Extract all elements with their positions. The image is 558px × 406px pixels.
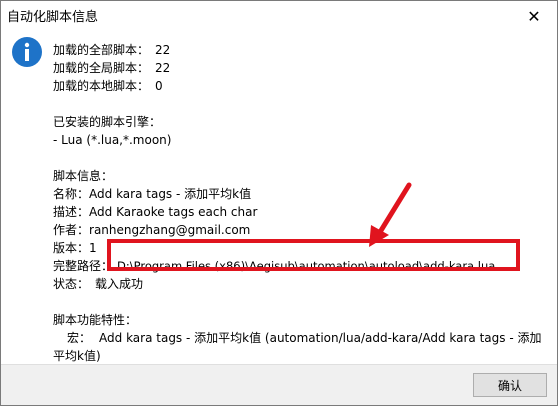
info-icon <box>12 37 42 67</box>
script-status: 状态： 载入成功 <box>53 275 553 293</box>
dialog-footer: 确认 <box>1 364 557 405</box>
info-content: 加载的全部脚本： 22 加载的全局脚本： 22 加载的本地脚本： 0 已安装的脚本引擎… <box>53 41 553 365</box>
macro-value-continued: 平均k值) <box>53 349 101 363</box>
script-status-value: 载入成功 <box>95 277 144 291</box>
title-bar: 自动化脚本信息 ✕ <box>1 1 557 31</box>
script-info-heading: 脚本信息： <box>53 169 114 183</box>
red-arrow-annotation <box>369 182 412 247</box>
ok-button[interactable]: 确认 <box>473 373 547 397</box>
script-author: 作者：ranhengzhang@gmail.com <box>53 221 553 239</box>
window-title: 自动化脚本信息 <box>7 10 99 25</box>
script-description-label: 描述： <box>53 205 90 219</box>
script-version-label: 版本： <box>53 241 90 255</box>
script-path-label: 完整路径： <box>53 259 114 273</box>
script-info-dialog: 自动化脚本信息 ✕ 加载的全部脚本： 22 加载的全局脚本： 22 加载的本地脚本：… <box>0 0 558 406</box>
script-author-value: ranhengzhang@gmail.com <box>89 223 251 237</box>
summary-local: 加载的本地脚本： 0 <box>53 77 553 95</box>
features-heading: 脚本功能特性： <box>53 313 138 327</box>
macro-label: 宏： <box>67 331 92 345</box>
summary-global: 加载的全局脚本： 22 <box>53 59 553 77</box>
summary-global-value: 22 <box>155 61 171 75</box>
script-name-value: Add kara tags - 添加平均k值 <box>89 187 252 201</box>
summary-local-label: 加载的本地脚本： <box>53 79 150 93</box>
script-version-value: 1 <box>89 241 97 255</box>
script-name: 名称：Add kara tags - 添加平均k值 <box>53 185 553 203</box>
summary-all-label: 加载的全部脚本： <box>53 43 150 57</box>
engine-item: - Lua (*.lua,*.moon) <box>53 133 172 147</box>
script-description-value: Add Karaoke tags each char <box>89 205 258 219</box>
close-icon: ✕ <box>527 6 541 26</box>
summary-all: 加载的全部脚本： 22 <box>53 41 553 59</box>
script-description: 描述：Add Karaoke tags each char <box>53 203 553 221</box>
macro-line: 宏： Add kara tags - 添加平均k值 (automation/lua… <box>53 329 553 347</box>
close-button[interactable]: ✕ <box>511 1 557 31</box>
script-name-label: 名称： <box>53 187 90 201</box>
path-highlight-box <box>107 239 520 271</box>
summary-local-value: 0 <box>155 79 163 93</box>
summary-all-value: 22 <box>155 43 171 57</box>
script-status-label: 状态： <box>53 277 90 291</box>
engines-heading: 已安装的脚本引擎： <box>53 115 162 129</box>
macro-value: Add kara tags - 添加平均k值 (automation/lua/a… <box>99 331 542 345</box>
script-author-label: 作者： <box>53 223 90 237</box>
summary-global-label: 加载的全局脚本： <box>53 61 150 75</box>
